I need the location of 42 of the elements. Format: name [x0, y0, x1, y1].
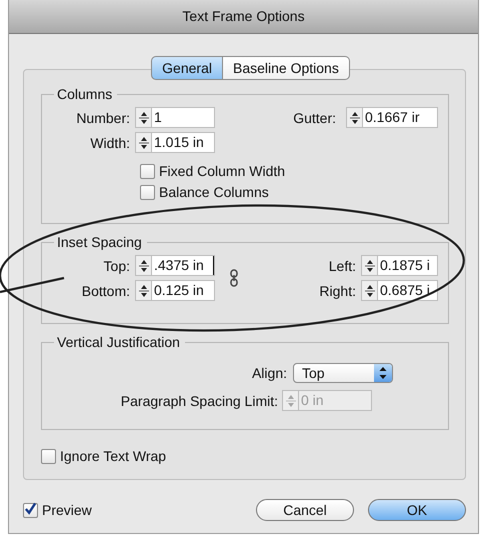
- field-label: Number:: [75, 110, 130, 126]
- input-field[interactable]: 1: [152, 107, 215, 128]
- field-label: Width:: [89, 134, 130, 150]
- dialog-button[interactable]: Cancel: [256, 499, 354, 521]
- tab[interactable]: General: [151, 56, 223, 80]
- group-title: Vertical Justification: [54, 334, 185, 350]
- input-field[interactable]: .4375 in: [152, 255, 215, 276]
- group-title: Columns: [54, 86, 118, 102]
- checkbox[interactable]: [140, 184, 155, 200]
- stepper-arrows-icon[interactable]: [135, 280, 152, 301]
- field-label: Gutter:: [292, 110, 336, 126]
- window-title: Text Frame Options: [9, 0, 478, 34]
- input-field[interactable]: 0.1667 ir: [363, 107, 438, 128]
- stepper-arrows-icon[interactable]: [361, 280, 378, 301]
- tab[interactable]: Baseline Options: [222, 56, 350, 80]
- align-dropdown[interactable]: Top: [293, 363, 393, 383]
- field-label: Align:: [252, 365, 287, 381]
- checkbox-label: Balance Columns: [159, 184, 269, 200]
- field-label: Top:: [102, 258, 130, 274]
- stepper-arrows-icon[interactable]: [346, 107, 363, 128]
- dropdown-arrows-icon: [374, 364, 392, 382]
- checkbox-label: Ignore Text Wrap: [60, 448, 166, 464]
- field-label: Paragraph Spacing Limit:: [120, 392, 278, 408]
- checkbox[interactable]: [140, 164, 155, 178]
- checkbox[interactable]: [23, 502, 38, 518]
- stepper-arrows-icon[interactable]: [135, 255, 152, 276]
- dialog-button[interactable]: OK: [368, 499, 466, 521]
- checkbox[interactable]: [41, 448, 56, 464]
- stepper-arrows-icon[interactable]: [135, 107, 152, 128]
- input-field: 0 in: [299, 390, 372, 411]
- field-label: Left:: [328, 258, 356, 274]
- field-label: Bottom:: [80, 282, 130, 298]
- checkbox-label: Fixed Column Width: [159, 163, 286, 179]
- input-field[interactable]: 1.015 in: [152, 132, 215, 153]
- group-title: Inset Spacing: [54, 234, 147, 250]
- field-label: Right:: [319, 282, 356, 298]
- input-field[interactable]: 0.1875 i: [378, 255, 438, 276]
- input-field[interactable]: 0.125 in: [152, 280, 215, 301]
- stepper-arrows-icon[interactable]: [135, 132, 152, 153]
- chain-link-icon[interactable]: [228, 269, 240, 287]
- checkbox-label: Preview: [42, 502, 92, 518]
- stepper-arrows-icon[interactable]: [361, 255, 378, 276]
